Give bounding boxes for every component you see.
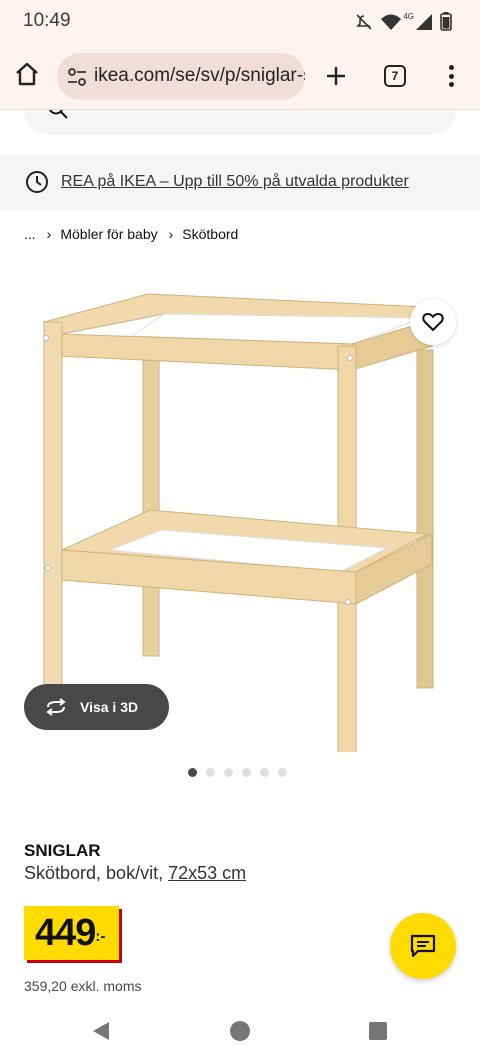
battery-icon [440, 12, 452, 31]
recents-nav-button[interactable] [369, 1022, 387, 1040]
home-icon [14, 61, 40, 92]
network-label: 4G [403, 12, 414, 21]
product-name: SNIGLAR [24, 841, 101, 860]
chat-icon [410, 934, 436, 958]
breadcrumb-item-changing-table[interactable]: Skötbord [182, 226, 238, 242]
status-time: 10:49 [23, 10, 71, 31]
plus-icon[interactable] [325, 65, 347, 92]
chevron-right-icon: › [46, 226, 52, 242]
gallery-dot[interactable] [260, 768, 269, 777]
status-icons: 4G [355, 12, 452, 31]
product-gallery[interactable]: Visa i 3D [0, 262, 480, 762]
gallery-pagination [188, 768, 287, 777]
address-bar-pill[interactable]: ikea.com/se/sv/p/sniglar-skotbord [57, 53, 305, 100]
gallery-dot[interactable] [242, 768, 251, 777]
product-description: Skötbord, bok/vit, 72x53 cm [24, 863, 246, 884]
heart-icon [422, 313, 444, 331]
product-type: Skötbord, bok/vit, [24, 863, 164, 883]
url-text: ikea.com/se/sv/p/sniglar-skotbord [94, 65, 305, 86]
wifi-icon [381, 14, 402, 30]
gallery-dot[interactable] [224, 768, 233, 777]
home-nav-button[interactable] [230, 1021, 250, 1041]
tune-icon [68, 68, 86, 86]
tab-switcher-button[interactable]: 7 [384, 65, 406, 87]
favorite-button[interactable] [410, 299, 456, 345]
promo-banner[interactable]: REA på IKEA – Upp till 50% på utvalda pr… [0, 154, 480, 210]
clock-icon [26, 171, 48, 193]
breadcrumb-ellipsis[interactable]: ... [24, 226, 36, 242]
back-icon[interactable] [92, 1021, 110, 1041]
signal-icon [416, 13, 432, 30]
product-image[interactable] [22, 272, 442, 752]
price-integer: 449 [35, 912, 96, 954]
product-dimensions-link[interactable]: 72x53 cm [168, 863, 246, 883]
price-suffix: :- [95, 928, 106, 945]
system-navigation-bar [0, 1004, 480, 1059]
view-in-3d-button[interactable]: Visa i 3D [24, 684, 169, 730]
status-bar: 10:49 4G [0, 0, 480, 42]
view-in-3d-label: Visa i 3D [80, 699, 139, 715]
breadcrumb-item-baby-furniture[interactable]: Möbler för baby [60, 226, 157, 242]
more-vert-icon[interactable] [440, 62, 462, 90]
rotate-3d-icon [46, 698, 66, 716]
gallery-dot[interactable] [278, 768, 287, 777]
mute-icon [356, 13, 372, 30]
gallery-dot[interactable] [188, 768, 197, 777]
promo-link[interactable]: REA på IKEA – Upp till 50% på utvalda pr… [61, 173, 409, 191]
breadcrumb: ... › Möbler för baby › Skötbord [24, 226, 238, 242]
chat-button[interactable] [390, 913, 456, 979]
gallery-dot[interactable] [206, 768, 215, 777]
price-excluding-vat: 359,20 exkl. moms [24, 978, 142, 994]
search-icon [48, 99, 68, 119]
chevron-right-icon: › [168, 226, 174, 242]
price-tag: 449 :- [24, 906, 120, 960]
